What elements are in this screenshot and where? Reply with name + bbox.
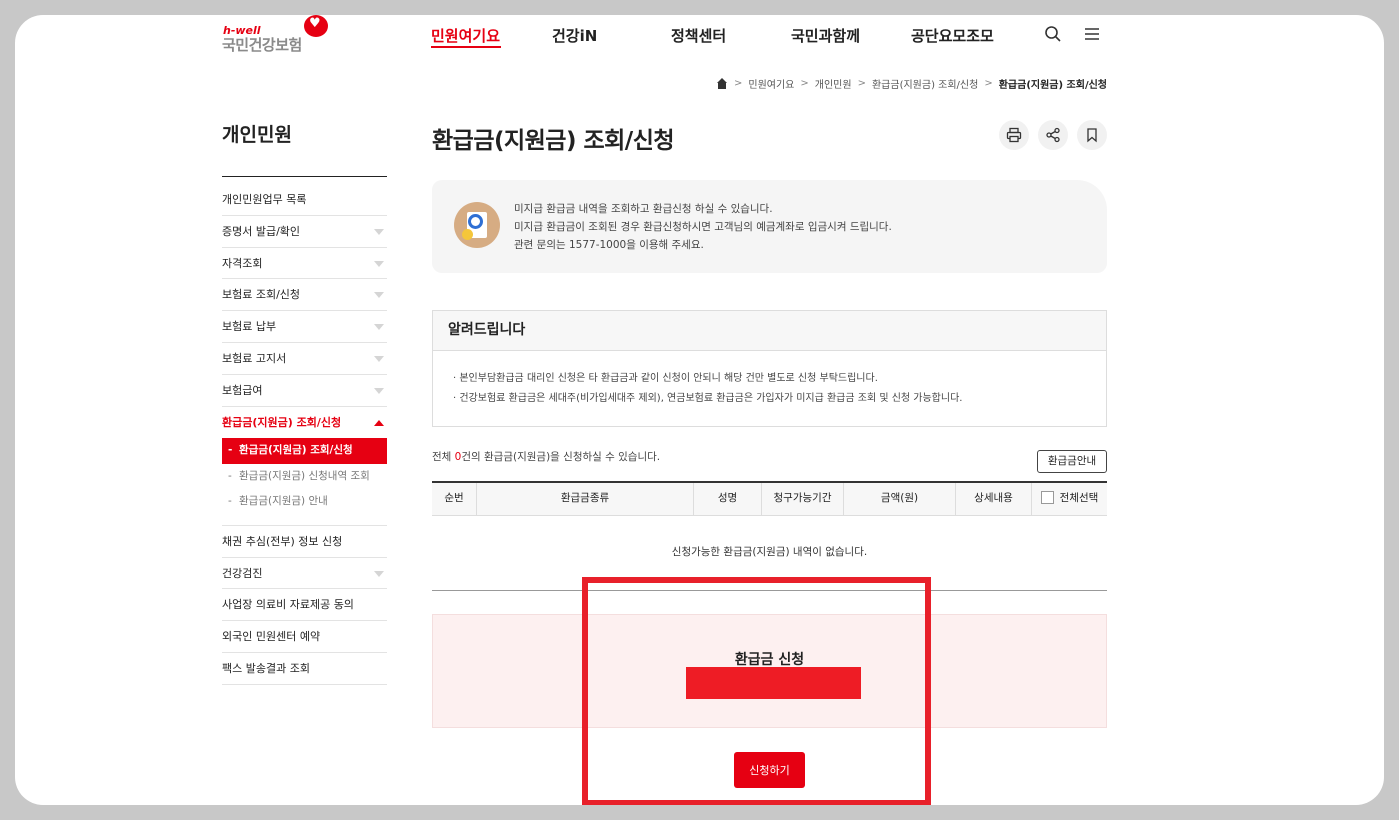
sidebar-item-label: 보험료 납부 <box>222 320 277 334</box>
sidebar-subitem-label: 환급금(지원금) 안내 <box>239 495 328 508</box>
sidebar-item-label: 자격조회 <box>222 256 263 270</box>
menu-icon[interactable] <box>1083 25 1101 43</box>
sidebar-subitem-label: 환급금(지원금) 신청내역 조회 <box>239 469 370 482</box>
chevron-down-icon <box>374 292 384 299</box>
sidebar-subitem-refund-guide[interactable]: - 환급금(지원금) 안내 <box>222 489 387 515</box>
sidebar-submenu: - 환급금(지원금) 조회/신청 - 환급금(지원금) 신청내역 조회 - 환급금(지… <box>222 438 387 526</box>
gnb-corporation[interactable]: 공단요모조모 <box>911 25 994 46</box>
chevron-down-icon <box>374 324 384 331</box>
breadcrumb-item[interactable]: 민원여기요 <box>748 76 794 91</box>
apply-button[interactable]: 신청하기 <box>734 752 805 788</box>
sidebar-item-label: 보험급여 <box>222 383 263 397</box>
sidebar-subitem-refund-inquiry[interactable]: - 환급금(지원금) 조회/신청 <box>222 438 387 464</box>
chevron-down-icon <box>374 260 384 267</box>
info-line: 미지급 환급금 내역을 조회하고 환급신청 하실 수 있습니다. <box>514 203 773 215</box>
sidebar-item-label: 보험료 고지서 <box>222 351 287 365</box>
info-text: 미지급 환급금 내역을 조회하고 환급신청 하실 수 있습니다. 미지급 환급금… <box>514 200 892 254</box>
sidebar-item-medical-data-consent[interactable]: 사업장 의료비 자료제공 동의 <box>222 589 387 622</box>
sidebar-item-label: 보험료 조회/신청 <box>222 288 301 302</box>
bookmark-icon[interactable] <box>1077 120 1107 150</box>
sidebar-item-certificate[interactable]: 증명서 발급/확인 <box>222 216 387 248</box>
sidebar-item-label: 팩스 발송결과 조회 <box>222 662 310 676</box>
gnb-policy-center[interactable]: 정책센터 <box>671 25 726 46</box>
sidebar-item-premium-inquiry[interactable]: 보험료 조회/신청 <box>222 279 387 312</box>
sidebar-item-label: 채권 추심(전부) 정보 신청 <box>222 534 343 548</box>
gnb-health-in[interactable]: 건강iN <box>552 25 597 46</box>
chevron-down-icon <box>374 387 384 394</box>
sidebar-item-benefits[interactable]: 보험급여 <box>222 375 387 407</box>
table-bottom-border <box>432 590 1107 591</box>
sidebar-item-premium-bill[interactable]: 보험료 고지서 <box>222 343 387 375</box>
document-search-icon <box>454 202 500 248</box>
chevron-up-icon <box>374 419 384 426</box>
notice-title: 알려드립니다 <box>433 311 1106 351</box>
info-line: 관련 문의는 1577-1000을 이용해 주세요. <box>514 239 704 251</box>
table-empty-message: 신청가능한 환급금(지원금) 내역이 없습니다. <box>671 546 868 558</box>
breadcrumb-item[interactable]: 개인민원 <box>815 76 852 91</box>
chevron-down-icon <box>374 355 384 362</box>
column-header: 순번 <box>432 483 477 516</box>
sidebar-item-label: 개인민원업무 목록 <box>222 193 307 206</box>
breadcrumb-item[interactable]: 환급금(지원금) 조회/신청 <box>872 76 978 91</box>
gnb-active-underline <box>431 46 501 48</box>
gnb-complaints[interactable]: 민원여기요 <box>431 25 500 46</box>
summary-prefix: 전체 <box>432 451 455 463</box>
sidebar-item-refund[interactable]: 환급금(지원금) 조회/신청 <box>222 407 387 439</box>
refund-guide-button[interactable]: 환급금안내 <box>1037 450 1107 473</box>
sidebar-menu: 개인민원업무 목록 증명서 발급/확인 자격조회 보험료 조회/신청 보험료 납… <box>222 184 387 685</box>
sidebar-item-list[interactable]: 개인민원업무 목록 <box>222 184 387 216</box>
info-box: 미지급 환급금 내역을 조회하고 환급신청 하실 수 있습니다. 미지급 환급금… <box>432 180 1107 273</box>
sidebar-item-label: 사업장 의료비 자료제공 동의 <box>222 598 354 612</box>
logo-heart-icon <box>304 15 328 37</box>
breadcrumb-separator: > <box>800 78 809 89</box>
info-line: 미지급 환급금이 조회된 경우 환급신청하시면 고객님의 예금계좌로 입금시켜 … <box>514 221 892 233</box>
chevron-down-icon <box>374 570 384 577</box>
notice-item: 건강보험료 환급금은 세대주(비가입세대주 제외), 연금보험료 환급금은 가입… <box>453 389 1106 409</box>
column-header: 금액(원) <box>844 483 956 516</box>
select-all-checkbox[interactable] <box>1040 490 1054 504</box>
column-header: 성명 <box>694 483 762 516</box>
sidebar-item-label: 환급금(지원금) 조회/신청 <box>222 415 342 429</box>
page-frame: h-well 국민건강보험 민원여기요 건강iN 정책센터 국민과함께 공단요모… <box>15 15 1384 805</box>
sidebar-item-foreigner-center[interactable]: 외국인 민원센터 예약 <box>222 621 387 654</box>
select-all-header[interactable]: 전체선택 <box>1032 483 1107 516</box>
share-icon[interactable] <box>1038 120 1068 150</box>
sidebar-item-label: 외국인 민원센터 예약 <box>222 630 321 644</box>
chevron-down-icon <box>374 228 384 235</box>
sidebar-item-premium-payment[interactable]: 보험료 납부 <box>222 311 387 343</box>
notice-box: 알려드립니다 본인부담환급금 대리인 신청은 타 환급금과 같이 신청이 안되니… <box>432 310 1107 427</box>
sidebar-item-label: 증명서 발급/확인 <box>222 224 301 238</box>
summary-suffix: 건의 환급금(지원금)을 신청하실 수 있습니다. <box>461 451 661 463</box>
sidebar-item-health-checkup[interactable]: 건강검진 <box>222 558 387 590</box>
column-header: 환급금종류 <box>477 483 694 516</box>
select-all-label: 전체선택 <box>1059 492 1099 504</box>
logo[interactable]: 국민건강보험 <box>222 34 302 55</box>
apply-title: 환급금 신청 <box>734 652 805 668</box>
sidebar-item-debt-collection[interactable]: 채권 추심(전부) 정보 신청 <box>222 526 387 558</box>
breadcrumb-separator: > <box>984 78 993 89</box>
column-header: 상세내용 <box>956 483 1032 516</box>
breadcrumb: > 민원여기요 > 개인민원 > 환급금(지원금) 조회/신청 > 환급금(지원… <box>716 76 1107 91</box>
gnb-with-people[interactable]: 국민과함께 <box>791 25 860 46</box>
home-icon[interactable] <box>716 78 728 89</box>
redaction-bar <box>686 667 861 699</box>
search-icon[interactable] <box>1044 25 1062 43</box>
table-header: 순번 환급금종류 성명 청구가능기간 금액(원) 상세내용 전체선택 <box>432 481 1107 516</box>
sidebar-item-label: 건강검진 <box>222 566 263 580</box>
notice-item: 본인부담환급금 대리인 신청은 타 환급금과 같이 신청이 안되니 해당 건만 … <box>453 369 1106 389</box>
print-icon[interactable] <box>999 120 1029 150</box>
notice-list: 본인부담환급금 대리인 신청은 타 환급금과 같이 신청이 안되니 해당 건만 … <box>433 351 1106 409</box>
page-title: 환급금(지원금) 조회/신청 <box>432 128 675 154</box>
breadcrumb-current: 환급금(지원금) 조회/신청 <box>998 80 1107 91</box>
breadcrumb-separator: > <box>733 78 743 89</box>
sidebar-subitem-refund-history[interactable]: - 환급금(지원금) 신청내역 조회 <box>222 464 387 490</box>
sidebar-item-fax-result[interactable]: 팩스 발송결과 조회 <box>222 653 387 685</box>
sidebar-subitem-label: 환급금(지원금) 조회/신청 <box>239 444 353 457</box>
sidebar-title: 개인민원 <box>222 124 292 146</box>
column-header: 청구가능기간 <box>762 483 844 516</box>
refund-count-summary: 전체 0건의 환급금(지원금)을 신청하실 수 있습니다. <box>432 449 660 464</box>
sidebar-divider <box>222 176 387 177</box>
sidebar-item-eligibility[interactable]: 자격조회 <box>222 248 387 280</box>
breadcrumb-separator: > <box>857 78 866 89</box>
